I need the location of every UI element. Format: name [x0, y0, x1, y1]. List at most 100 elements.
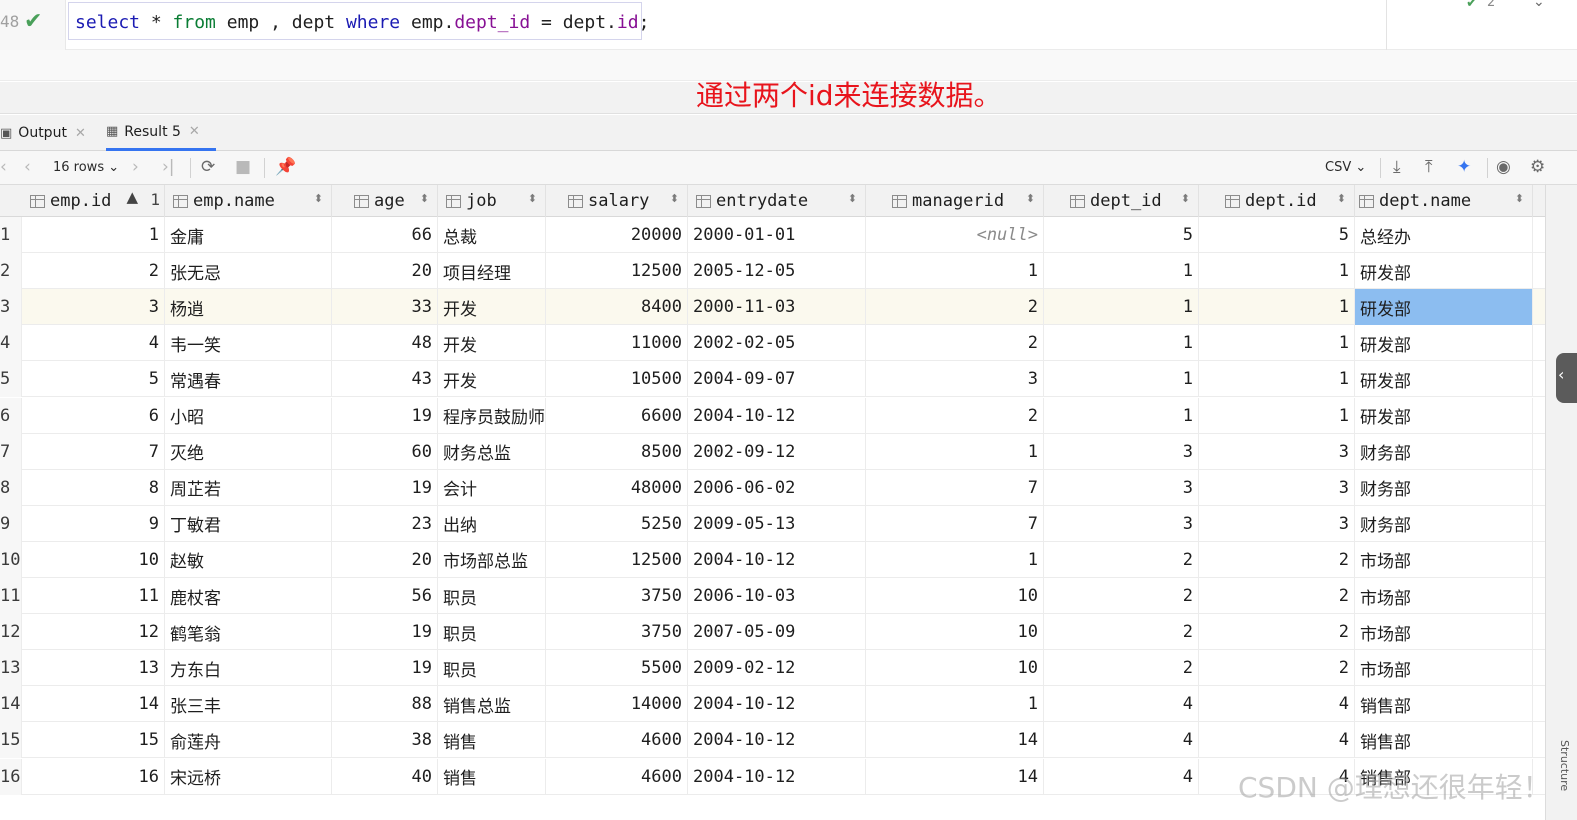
cell-age[interactable]: 38 [332, 722, 438, 759]
table-row[interactable]: 10 10 赵敏 20 市场部总监 12500 2004-10-12 1 2 2 市场部 [0, 541, 1545, 578]
cell-dept-id[interactable]: 4 [1044, 686, 1199, 723]
cell-dept-id[interactable]: 5 [1044, 217, 1199, 253]
cell-salary[interactable]: 48000 [546, 469, 688, 506]
tab-result[interactable]: ▦ Result 5 ✕ [106, 115, 216, 151]
cell-managerid[interactable]: 1 [866, 541, 1044, 578]
table-row[interactable]: 12 12 鹤笔翁 19 职员 3750 2007-05-09 10 2 2 市场部 [0, 614, 1545, 651]
cell-entrydate[interactable]: 2007-05-09 [688, 614, 866, 651]
cell-salary[interactable]: 5250 [546, 505, 688, 542]
sql-editor[interactable]: 48 ✔ select * from emp , dept where emp.… [0, 0, 1577, 50]
cell-managerid[interactable]: 14 [866, 722, 1044, 759]
cell-salary[interactable]: 8400 [546, 289, 688, 326]
upload-icon[interactable]: ⤒ [1425, 157, 1433, 177]
cell-entrydate[interactable]: 2004-10-12 [688, 686, 866, 723]
cell-dept-name[interactable]: 财务部 [1355, 433, 1533, 470]
cell-job[interactable]: 总裁 [438, 217, 546, 253]
cell-managerid[interactable]: 1 [866, 433, 1044, 470]
cell-emp-id[interactable]: 3 [22, 289, 165, 326]
cell-emp-name[interactable]: 金庸 [165, 217, 332, 253]
column-header-emp-name[interactable]: emp.name ⬍ [165, 185, 332, 217]
cell-salary[interactable]: 20000 [546, 217, 688, 253]
cell-age[interactable]: 66 [332, 217, 438, 253]
cell-managerid[interactable]: 10 [866, 650, 1044, 687]
cell-job[interactable]: 销售 [438, 722, 546, 759]
cell-dept-name[interactable]: 财务部 [1355, 505, 1533, 542]
cell-job[interactable]: 市场部总监 [438, 541, 546, 578]
cell-dept-id[interactable]: 4 [1044, 722, 1199, 759]
cell-dept-id[interactable]: 2 [1044, 578, 1199, 614]
cell-job[interactable]: 财务总监 [438, 433, 546, 470]
sort-ascending-icon[interactable]: ▲ [126, 188, 138, 206]
compare-icon[interactable]: ✦ [1457, 157, 1471, 177]
sql-statement[interactable]: select * from emp , dept where emp.dept_… [68, 2, 649, 40]
cell-emp-name[interactable]: 赵敏 [165, 541, 332, 578]
cell-dept-id-2[interactable]: 1 [1199, 397, 1355, 434]
cell-dept-name[interactable]: 市场部 [1355, 614, 1533, 651]
cell-job[interactable]: 销售总监 [438, 686, 546, 723]
tab-output[interactable]: ▣ Output ✕ [0, 115, 100, 151]
cell-salary[interactable]: 6600 [546, 397, 688, 434]
cell-job[interactable]: 销售 [438, 758, 546, 795]
cell-age[interactable]: 23 [332, 505, 438, 542]
cell-emp-id[interactable]: 9 [22, 505, 165, 542]
cell-dept-id-2[interactable]: 1 [1199, 253, 1355, 290]
cell-dept-id-2[interactable]: 4 [1199, 722, 1355, 759]
cell-entrydate[interactable]: 2005-12-05 [688, 253, 866, 290]
table-row[interactable]: 1 1 金庸 66 总裁 20000 2000-01-01 <null> 5 5 总经办 [0, 217, 1545, 253]
cell-job[interactable]: 出纳 [438, 505, 546, 542]
row-number[interactable]: 15 [0, 722, 22, 759]
column-header-dept-id-2[interactable]: dept.id ⬍ [1199, 185, 1355, 217]
cell-emp-id[interactable]: 13 [22, 650, 165, 687]
cell-emp-id[interactable]: 7 [22, 433, 165, 470]
cell-dept-name[interactable]: 销售部 [1355, 722, 1533, 759]
cell-emp-id[interactable]: 11 [22, 578, 165, 614]
column-header-managerid[interactable]: managerid ⬍ [866, 185, 1044, 217]
cell-emp-name[interactable]: 俞莲舟 [165, 722, 332, 759]
cell-dept-id[interactable]: 1 [1044, 361, 1199, 398]
column-header-age[interactable]: age ⬍ [332, 185, 438, 217]
cell-emp-id[interactable]: 5 [22, 361, 165, 398]
cell-dept-name[interactable]: 市场部 [1355, 578, 1533, 614]
close-icon[interactable]: ✕ [75, 126, 86, 141]
cell-managerid[interactable]: 3 [866, 361, 1044, 398]
export-format-dropdown[interactable]: CSV ⌄ [1325, 160, 1366, 175]
table-row[interactable]: 9 9 丁敏君 23 出纳 5250 2009-05-13 7 3 3 财务部 [0, 505, 1545, 542]
cell-dept-id-2[interactable]: 1 [1199, 289, 1355, 326]
sort-icon[interactable]: ⬍ [670, 192, 679, 205]
cell-dept-id-2[interactable]: 3 [1199, 433, 1355, 470]
cell-job[interactable]: 开发 [438, 361, 546, 398]
cell-emp-id[interactable]: 4 [22, 325, 165, 362]
cell-emp-id[interactable]: 14 [22, 686, 165, 723]
cell-dept-id-2[interactable]: 2 [1199, 614, 1355, 651]
sort-icon[interactable]: ⬍ [528, 192, 537, 205]
cell-age[interactable]: 33 [332, 289, 438, 326]
cell-dept-id-2[interactable]: 5 [1199, 217, 1355, 253]
cell-age[interactable]: 19 [332, 397, 438, 434]
result-grid[interactable]: emp.id ▲ 1 emp.name ⬍ age ⬍ job ⬍ salary… [0, 185, 1545, 820]
cell-dept-id[interactable]: 2 [1044, 541, 1199, 578]
cell-managerid[interactable]: 7 [866, 469, 1044, 506]
cell-entrydate[interactable]: 2009-05-13 [688, 505, 866, 542]
sort-icon[interactable]: ⬍ [1515, 192, 1524, 205]
row-number[interactable]: 13 [0, 650, 22, 687]
cell-dept-name[interactable]: 研发部 [1355, 289, 1533, 326]
cell-dept-id-2[interactable]: 2 [1199, 541, 1355, 578]
table-row[interactable]: 3 3 杨逍 33 开发 8400 2000-11-03 2 1 1 研发部 [0, 289, 1545, 326]
sort-icon[interactable]: ⬍ [1337, 192, 1346, 205]
row-number[interactable]: 6 [0, 397, 22, 434]
cell-managerid[interactable]: 2 [866, 289, 1044, 326]
cell-dept-id-2[interactable]: 3 [1199, 469, 1355, 506]
cell-age[interactable]: 88 [332, 686, 438, 723]
cell-managerid[interactable]: 10 [866, 578, 1044, 614]
pin-icon[interactable]: 📌 [275, 157, 296, 177]
cell-entrydate[interactable]: 2002-02-05 [688, 325, 866, 362]
row-number[interactable]: 3 [0, 289, 22, 326]
cell-emp-name[interactable]: 鹿杖客 [165, 578, 332, 614]
cell-emp-id[interactable]: 15 [22, 722, 165, 759]
cell-salary[interactable]: 8500 [546, 433, 688, 470]
last-page-icon[interactable]: ›| [162, 157, 175, 177]
cell-salary[interactable]: 14000 [546, 686, 688, 723]
table-row[interactable]: 14 14 张三丰 88 销售总监 14000 2004-10-12 1 4 4 销售部 [0, 686, 1545, 723]
cell-age[interactable]: 19 [332, 614, 438, 651]
cell-emp-id[interactable]: 16 [22, 758, 165, 795]
